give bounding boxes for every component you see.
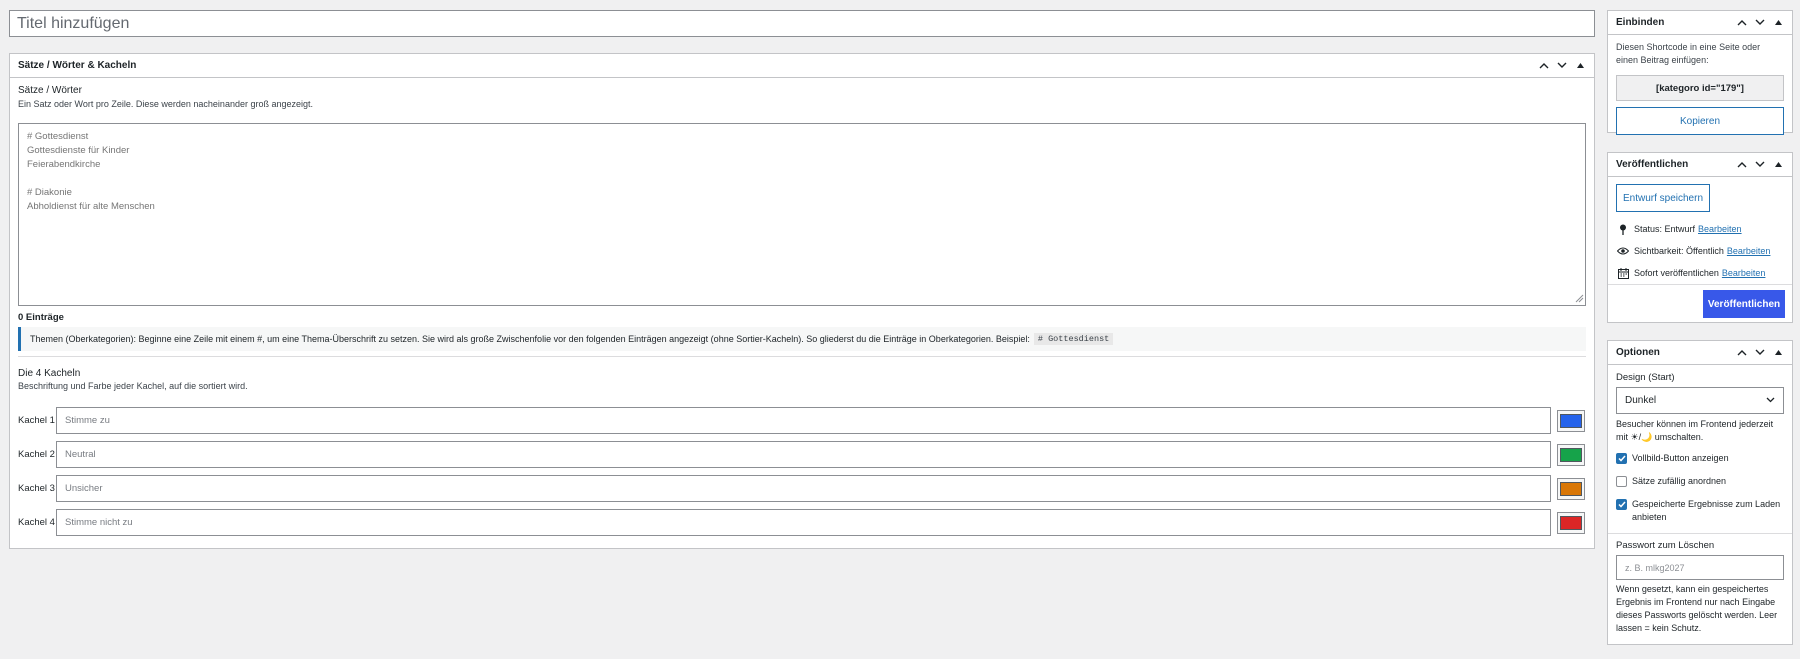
title-input[interactable]: [9, 10, 1595, 37]
calendar-icon: [1616, 267, 1630, 279]
triangle-up-icon[interactable]: [1772, 159, 1784, 171]
box-title: Sätze / Wörter & Kacheln: [18, 60, 137, 71]
tile-label: Kachel 4: [18, 517, 55, 528]
color-swatch: [1560, 515, 1582, 530]
box-header: Einbinden: [1608, 11, 1792, 35]
schedule-label: Sofort veröffentlichen: [1634, 268, 1719, 278]
notice-code-example: # Gottesdienst: [1033, 333, 1114, 345]
triangle-up-icon[interactable]: [1574, 60, 1586, 72]
sentences-tiles-box: Sätze / Wörter & Kacheln Sätze / Wörter …: [9, 53, 1595, 549]
design-select[interactable]: Dunkel: [1616, 387, 1784, 414]
chevron-down-icon[interactable]: [1754, 159, 1766, 171]
publish-box: Veröffentlichen Entwurf speichern Status…: [1607, 152, 1793, 323]
copy-button[interactable]: Kopieren: [1616, 107, 1784, 135]
shortcode-display[interactable]: [kategoro id="179"]: [1616, 75, 1784, 101]
save-draft-button[interactable]: Entwurf speichern: [1616, 184, 1710, 212]
notice-text: Themen (Oberkategorien): Beginne eine Ze…: [30, 334, 1030, 344]
saved-results-checkbox[interactable]: [1616, 499, 1627, 510]
eye-icon: [1616, 247, 1630, 255]
publish-button[interactable]: Veröffentlichen: [1703, 290, 1785, 318]
box-title: Einbinden: [1616, 17, 1665, 28]
tile-1-color-picker[interactable]: [1557, 409, 1585, 432]
color-swatch: [1560, 481, 1582, 496]
chevron-down-icon: [1766, 395, 1775, 406]
saved-results-checkbox-row[interactable]: Gespeicherte Ergebnisse zum Laden anbiet…: [1616, 498, 1784, 524]
tile-4-input[interactable]: [56, 509, 1551, 536]
checkbox-label: Sätze zufällig anordnen: [1632, 476, 1727, 486]
chevron-up-icon[interactable]: [1736, 17, 1748, 29]
tile-3-color-picker[interactable]: [1557, 477, 1585, 500]
checkbox-label: Gespeicherte Ergebnisse zum Laden anbiet…: [1632, 499, 1781, 522]
fullscreen-checkbox[interactable]: [1616, 453, 1627, 464]
sentences-label: Sätze / Wörter: [18, 85, 82, 96]
fullscreen-checkbox-row[interactable]: Vollbild-Button anzeigen: [1616, 452, 1784, 465]
design-select-value: Dunkel: [1625, 395, 1657, 406]
tile-2-color-picker[interactable]: [1557, 443, 1585, 466]
tile-1-input[interactable]: [56, 407, 1551, 434]
shuffle-checkbox-row[interactable]: Sätze zufällig anordnen: [1616, 475, 1784, 488]
tile-4-color-picker[interactable]: [1557, 511, 1585, 534]
visibility-edit-link[interactable]: Bearbeiten: [1727, 246, 1771, 256]
password-input[interactable]: [1616, 555, 1784, 580]
tile-label: Kachel 1: [18, 415, 55, 426]
status-edit-link[interactable]: Bearbeiten: [1698, 224, 1742, 234]
checkbox-label: Vollbild-Button anzeigen: [1632, 453, 1729, 463]
box-header: Veröffentlichen: [1608, 153, 1792, 177]
tile-label: Kachel 2: [18, 449, 55, 460]
sentences-hint: Ein Satz oder Wort pro Zeile. Diese werd…: [18, 99, 313, 109]
sentences-textarea[interactable]: [18, 123, 1586, 306]
design-label: Design (Start): [1616, 372, 1675, 383]
options-box: Optionen Design (Start) Dunkel Besucher …: [1607, 340, 1793, 645]
chevron-up-icon[interactable]: [1538, 60, 1550, 72]
tiles-hint: Beschriftung und Farbe jeder Kachel, auf…: [18, 381, 248, 391]
visibility-label: Sichtbarkeit: Öffentlich: [1634, 246, 1724, 256]
resize-grip-icon[interactable]: [1575, 294, 1584, 306]
chevron-down-icon[interactable]: [1556, 60, 1568, 72]
tile-3-input[interactable]: [56, 475, 1551, 502]
box-header: Sätze / Wörter & Kacheln: [10, 54, 1594, 78]
tile-row-3: Kachel 3: [18, 475, 1586, 502]
tiles-title: Die 4 Kacheln: [18, 368, 81, 379]
embed-box: Einbinden Diesen Shortcode in eine Seite…: [1607, 10, 1793, 135]
tile-2-input[interactable]: [56, 441, 1551, 468]
design-hint: Besucher können im Frontend jederzeit mi…: [1616, 419, 1774, 442]
status-label: Status: Entwurf: [1634, 224, 1696, 234]
shuffle-checkbox[interactable]: [1616, 476, 1627, 487]
status-row: Status: Entwurf Bearbeiten: [1616, 218, 1784, 240]
password-hint: Wenn gesetzt, kann ein gespeichertes Erg…: [1616, 584, 1778, 633]
chevron-down-icon[interactable]: [1754, 347, 1766, 359]
color-swatch: [1560, 447, 1582, 462]
box-title: Veröffentlichen: [1616, 159, 1689, 170]
box-header: Optionen: [1608, 341, 1792, 365]
chevron-up-icon[interactable]: [1736, 347, 1748, 359]
pin-icon: [1616, 224, 1630, 235]
topics-notice: Themen (Oberkategorien): Beginne eine Ze…: [18, 327, 1586, 351]
entry-count: 0 Einträge: [18, 312, 64, 323]
password-label: Passwort zum Löschen: [1616, 540, 1715, 551]
tile-label: Kachel 3: [18, 483, 55, 494]
schedule-row: Sofort veröffentlichen Bearbeiten: [1616, 262, 1784, 284]
visibility-row: Sichtbarkeit: Öffentlich Bearbeiten: [1616, 240, 1784, 262]
chevron-down-icon[interactable]: [1754, 17, 1766, 29]
tile-row-2: Kachel 2: [18, 441, 1586, 468]
color-swatch: [1560, 413, 1582, 428]
box-title: Optionen: [1616, 347, 1660, 358]
triangle-up-icon[interactable]: [1772, 347, 1784, 359]
tile-row-1: Kachel 1: [18, 407, 1586, 434]
divider: [18, 356, 1586, 357]
embed-text: Diesen Shortcode in eine Seite oder eine…: [1616, 42, 1761, 65]
triangle-up-icon[interactable]: [1772, 17, 1784, 29]
schedule-edit-link[interactable]: Bearbeiten: [1722, 268, 1766, 278]
chevron-up-icon[interactable]: [1736, 159, 1748, 171]
tile-row-4: Kachel 4: [18, 509, 1586, 536]
